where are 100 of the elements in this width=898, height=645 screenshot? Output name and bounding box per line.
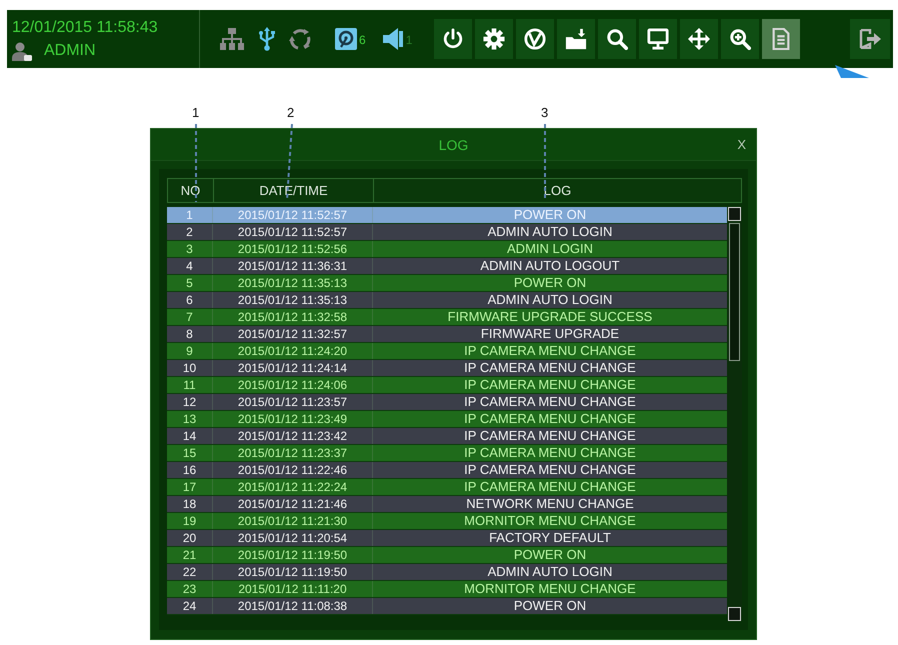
table-cell-text: IP CAMERA MENU CHANGE	[463, 445, 637, 461]
log-row[interactable]: 15 2015/01/12 11:23:37 IP CAMERA MENU CHANGE	[167, 445, 727, 462]
table-cell: 2015/01/12 11:32:57	[213, 326, 373, 342]
table-cell: 2015/01/12 11:23:42	[213, 428, 373, 444]
table-cell-text: FIRMWARE UPGRADE	[480, 326, 620, 342]
pointer-icon	[835, 65, 869, 78]
log-row[interactable]: 2 2015/01/12 11:52:57 ADMIN AUTO LOGIN	[167, 224, 727, 241]
close-button[interactable]: X	[735, 136, 748, 152]
table-cell: 2015/01/12 11:22:46	[213, 462, 373, 478]
table-cell: 2015/01/12 11:52:57	[213, 224, 373, 240]
table-cell: 22	[167, 564, 213, 580]
table-cell: 18	[167, 496, 213, 512]
log-row[interactable]: 18 2015/01/12 11:21:46 NETWORK MENU CHANGE	[167, 496, 727, 513]
move-button[interactable]	[680, 19, 718, 59]
disk-count: 6	[359, 33, 366, 47]
log-row[interactable]: 14 2015/01/12 11:23:42 IP CAMERA MENU CHANGE	[167, 428, 727, 445]
monitor-icon	[647, 28, 670, 50]
table-cell: 2015/01/12 11:20:54	[213, 530, 373, 546]
table-cell: 2015/01/12 11:22:24	[213, 479, 373, 495]
power-icon	[442, 28, 464, 50]
table-cell-text: POWER ON	[512, 207, 588, 223]
move-icon	[688, 28, 710, 50]
recycle-icon	[289, 28, 311, 50]
table-cell: 2015/01/12 11:19:50	[213, 564, 373, 580]
table-cell: 20	[167, 530, 213, 546]
table-cell: 2015/01/12 11:24:06	[213, 377, 373, 393]
table-cell: 15	[167, 445, 213, 461]
table-cell: 7	[167, 309, 213, 325]
table-cell: 2015/01/12 11:23:57	[213, 394, 373, 410]
speaker-icon	[382, 28, 403, 50]
table-cell: 2015/01/12 11:32:58	[213, 309, 373, 325]
table-cell: 2015/01/12 11:21:46	[213, 496, 373, 512]
table-cell: 6	[167, 292, 213, 308]
log-row[interactable]: 13 2015/01/12 11:23:49 IP CAMERA MENU CHANGE	[167, 411, 727, 428]
table-cell-text: IP CAMERA MENU CHANGE	[463, 462, 637, 478]
log-row[interactable]: 6 2015/01/12 11:35:13 ADMIN AUTO LOGIN	[167, 292, 727, 309]
log-row[interactable]: 22 2015/01/12 11:19:50 ADMIN AUTO LOGIN	[167, 564, 727, 581]
table-cell-text: POWER ON	[512, 275, 588, 291]
document-icon	[770, 28, 792, 50]
log-row[interactable]: 16 2015/01/12 11:22:46 IP CAMERA MENU CHANGE	[167, 462, 727, 479]
log-row[interactable]: 24 2015/01/12 11:08:38 POWER ON	[167, 598, 727, 615]
table-cell: 19	[167, 513, 213, 529]
table-cell: 2015/01/12 11:36:31	[213, 258, 373, 274]
callout-number: 1	[192, 105, 200, 120]
column-header: NO	[168, 179, 214, 202]
log-row[interactable]: 8 2015/01/12 11:32:57 FIRMWARE UPGRADE	[167, 326, 727, 343]
log-row[interactable]: 20 2015/01/12 11:20:54 FACTORY DEFAULT	[167, 530, 727, 547]
table-cell: 11	[167, 377, 213, 393]
log-row[interactable]: 4 2015/01/12 11:36:31 ADMIN AUTO LOGOUT	[167, 258, 727, 275]
log-row[interactable]: 21 2015/01/12 11:19:50 POWER ON	[167, 547, 727, 564]
table-cell-text: NETWORK MENU CHANGE	[465, 496, 635, 512]
search-icon	[606, 28, 628, 50]
log-row[interactable]: 17 2015/01/12 11:22:24 IP CAMERA MENU CHANGE	[167, 479, 727, 496]
log-row[interactable]: 12 2015/01/12 11:23:57 IP CAMERA MENU CHANGE	[167, 394, 727, 411]
table-cell-text: IP CAMERA MENU CHANGE	[463, 377, 637, 393]
table-cell: 2015/01/12 11:23:37	[213, 445, 373, 461]
search-button[interactable]	[598, 19, 636, 59]
display-button[interactable]	[639, 19, 678, 59]
log-row[interactable]: 5 2015/01/12 11:35:13 POWER ON	[167, 275, 727, 292]
va-button[interactable]	[516, 19, 554, 59]
table-cell: 2015/01/12 11:24:14	[213, 360, 373, 376]
table-cell-text: IP CAMERA MENU CHANGE	[463, 394, 637, 410]
table-cell-text: IP CAMERA MENU CHANGE	[463, 411, 637, 427]
exit-button[interactable]	[850, 19, 890, 59]
table-cell: 12	[167, 394, 213, 410]
table-cell-text: ADMIN AUTO LOGIN	[486, 292, 614, 308]
table-cell: 23	[167, 581, 213, 597]
zoom-button[interactable]	[721, 19, 760, 59]
table-cell-text: ADMIN LOGIN	[506, 241, 594, 257]
user-name: ADMIN	[44, 40, 96, 60]
table-cell: 9	[167, 343, 213, 359]
table-cell-text: POWER ON	[512, 598, 588, 614]
table-cell: 13	[167, 411, 213, 427]
user-icon	[12, 40, 32, 60]
log-row[interactable]: 11 2015/01/12 11:24:06 IP CAMERA MENU CHANGE	[167, 377, 727, 394]
log-row[interactable]: 10 2015/01/12 11:24:14 IP CAMERA MENU CHANGE	[167, 360, 727, 377]
table-cell: 3	[167, 241, 213, 257]
backup-button[interactable]	[557, 19, 596, 59]
scrollbar-thumb[interactable]	[729, 223, 740, 361]
log-row[interactable]: 23 2015/01/12 11:11:20 MORNITOR MENU CHANGE	[167, 581, 727, 598]
table-cell-text: MORNITOR MENU CHANGE	[463, 513, 637, 529]
table-cell: 2015/01/12 11:11:20	[213, 581, 373, 597]
table-cell-text: FACTORY DEFAULT	[488, 530, 612, 546]
table-cell-text: MORNITOR MENU CHANGE	[463, 581, 637, 597]
table-cell: 21	[167, 547, 213, 563]
power-button[interactable]	[434, 19, 472, 59]
scroll-down-button[interactable]	[728, 607, 741, 621]
usb-icon	[258, 27, 276, 51]
callout-number: 3	[541, 105, 548, 120]
table-cell: 24	[167, 598, 213, 614]
log-row[interactable]: 9 2015/01/12 11:24:20 IP CAMERA MENU CHANGE	[167, 343, 727, 360]
table-cell-text: IP CAMERA MENU CHANGE	[463, 428, 637, 444]
network-icon	[220, 28, 244, 50]
log-row[interactable]: 7 2015/01/12 11:32:58 FIRMWARE UPGRADE SUCCESS	[167, 309, 727, 326]
scroll-up-button[interactable]	[728, 207, 741, 221]
log-row[interactable]: 3 2015/01/12 11:52:56 ADMIN LOGIN	[167, 241, 727, 258]
settings-button[interactable]	[475, 19, 514, 59]
log-row[interactable]: 19 2015/01/12 11:21:30 MORNITOR MENU CHANGE	[167, 513, 727, 530]
audio-count: 1	[406, 33, 412, 47]
table-cell-text: FIRMWARE UPGRADE SUCCESS	[446, 309, 654, 325]
